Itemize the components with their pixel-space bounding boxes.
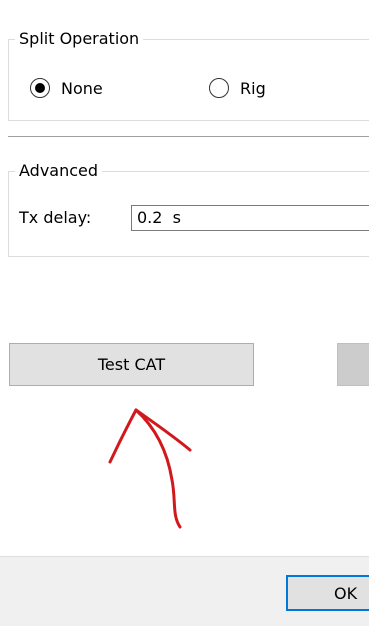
separator xyxy=(8,136,369,137)
ok-button[interactable]: OK xyxy=(286,575,369,611)
disabled-button[interactable] xyxy=(337,343,369,386)
arrow-shaft xyxy=(134,408,182,529)
radio-none-label: None xyxy=(61,78,103,98)
test-cat-label: Test CAT xyxy=(97,355,166,374)
advanced-title: Advanced xyxy=(15,160,103,182)
radio-rig[interactable]: Rig xyxy=(209,78,266,98)
ok-label: OK xyxy=(334,583,358,603)
radio-unselected-icon xyxy=(209,78,229,98)
split-operation-title: Split Operation xyxy=(15,28,144,50)
radio-selected-icon xyxy=(30,78,50,98)
tx-delay-label: Tx delay: xyxy=(19,208,92,227)
test-cat-button[interactable]: Test CAT xyxy=(9,343,254,386)
radio-none[interactable]: None xyxy=(30,78,103,98)
radio-rig-label: Rig xyxy=(240,78,266,98)
tx-delay-spinbox[interactable]: 0.2 s xyxy=(131,205,369,231)
arrow-head xyxy=(108,408,192,464)
